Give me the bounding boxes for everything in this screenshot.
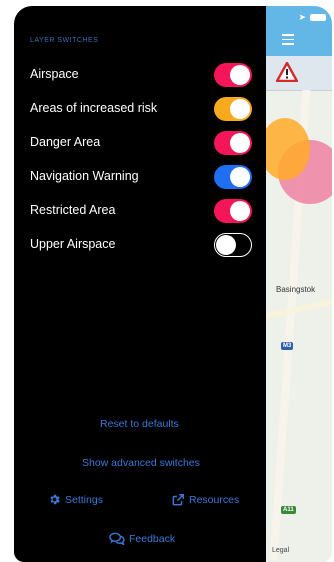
hamburger-menu-icon[interactable] — [282, 34, 294, 48]
location-arrow-icon: ➤ — [298, 12, 306, 22]
reset-defaults-button[interactable]: Reset to defaults — [100, 418, 179, 430]
warning-triangle-icon — [276, 62, 298, 82]
layer-switch-label: Danger Area — [30, 135, 101, 149]
layer-toggle-switch[interactable] — [214, 97, 252, 121]
layer-switch-row[interactable]: Navigation Warning — [30, 163, 252, 191]
external-link-icon — [172, 494, 184, 506]
resources-label: Resources — [189, 494, 240, 506]
section-title: LAYER SWITCHES — [30, 37, 99, 44]
map-view[interactable]: ➤ Basingstok M3 A11 Legal — [266, 6, 332, 562]
feedback-button[interactable]: Feedback — [109, 532, 175, 545]
layer-switch-label: Areas of increased risk — [30, 101, 158, 115]
toggle-knob — [230, 167, 250, 187]
toggle-knob — [216, 235, 236, 255]
show-advanced-label: Show advanced switches — [82, 457, 200, 469]
layer-switch-row[interactable]: Areas of increased risk — [30, 95, 252, 123]
app-screen: ➤ Basingstok M3 A11 Legal LAYER SWITCHES… — [14, 6, 332, 562]
show-advanced-switches-button[interactable]: Show advanced switches — [82, 457, 200, 469]
toggle-knob — [230, 133, 250, 153]
map-road — [266, 299, 332, 319]
layer-switch-label: Airspace — [30, 67, 79, 81]
toggle-knob — [230, 201, 250, 221]
map-legal-link[interactable]: Legal — [272, 547, 289, 554]
map-road-shield: A11 — [281, 506, 296, 514]
layer-toggle-switch[interactable] — [214, 233, 252, 257]
reset-defaults-label: Reset to defaults — [100, 418, 179, 430]
layer-switch-row[interactable]: Airspace — [30, 61, 252, 89]
map-town-label: Basingstok — [276, 285, 316, 294]
map-top-bar: ➤ — [266, 6, 332, 56]
settings-button[interactable]: Settings — [48, 493, 103, 506]
layer-switch-row[interactable]: Upper Airspace — [30, 231, 252, 259]
chat-bubbles-icon — [109, 532, 125, 545]
layer-toggle-switch[interactable] — [214, 63, 252, 87]
layer-toggle-switch[interactable] — [214, 199, 252, 223]
layer-drawer: LAYER SWITCHES Airspace Areas of increase… — [14, 6, 266, 562]
layer-switch-row[interactable]: Danger Area — [30, 129, 252, 157]
status-bar: ➤ — [298, 12, 326, 23]
layer-switch-label: Upper Airspace — [30, 237, 116, 251]
feedback-label: Feedback — [129, 532, 176, 545]
layer-toggle-switch[interactable] — [214, 165, 252, 189]
map-road-shield: M3 — [281, 342, 294, 350]
layer-switch-label: Restricted Area — [30, 203, 116, 217]
warning-bar[interactable] — [266, 56, 332, 91]
resources-button[interactable]: Resources — [171, 493, 239, 507]
settings-label: Settings — [65, 493, 103, 506]
toggle-knob — [230, 65, 250, 85]
gear-icon — [50, 494, 60, 505]
toggle-knob — [230, 99, 250, 119]
battery-icon — [310, 14, 326, 21]
layer-toggle-switch[interactable] — [214, 131, 252, 155]
layer-switch-label: Navigation Warning — [30, 169, 139, 183]
layer-switch-row[interactable]: Restricted Area — [30, 197, 252, 225]
